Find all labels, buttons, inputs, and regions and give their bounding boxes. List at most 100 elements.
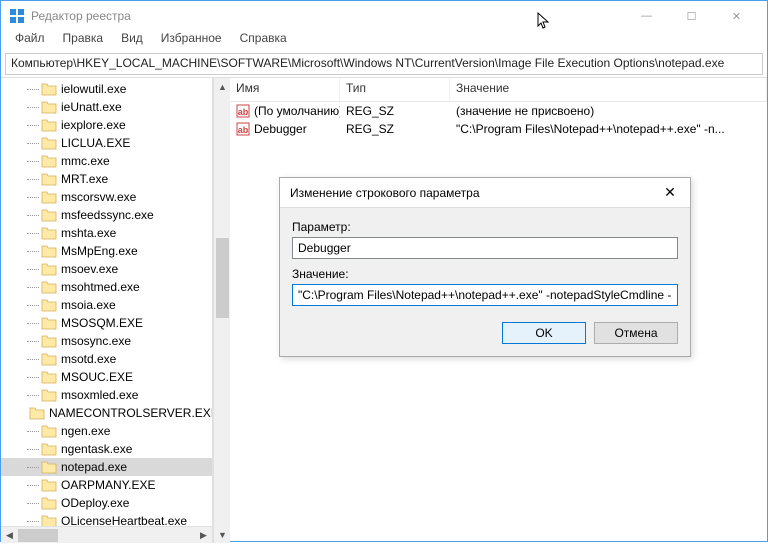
dialog-body: Параметр: Значение: OK Отмена (280, 208, 690, 356)
tree-item-label: ngentask.exe (61, 442, 132, 456)
tree-item[interactable]: OARPMANY.EXE (1, 476, 212, 494)
scroll-left-icon[interactable]: ◀ (1, 527, 18, 544)
tree-pane: ielowutil.exe ieUnatt.exe iexplore.exe LICL… (1, 78, 213, 543)
close-button[interactable]: ✕ (714, 1, 759, 31)
scroll-thumb-h[interactable] (18, 529, 58, 542)
tree-item[interactable]: LICLUA.EXE (1, 134, 212, 152)
param-input[interactable] (292, 237, 678, 259)
dialog-close-button[interactable]: ✕ (650, 178, 690, 208)
list-row[interactable]: ab(По умолчанию)REG_SZ(значение не присв… (230, 102, 767, 120)
tree-item[interactable]: ielowutil.exe (1, 80, 212, 98)
column-type[interactable]: Тип (340, 78, 450, 101)
tree-item-label: msosync.exe (61, 334, 131, 348)
param-label: Параметр: (292, 220, 678, 234)
tree-item[interactable]: ODeploy.exe (1, 494, 212, 512)
tree-item[interactable]: MSOUC.EXE (1, 368, 212, 386)
tree-item-label: NAMECONTROLSERVER.EXE (49, 406, 212, 420)
cell-value: "C:\Program Files\Notepad++\notepad++.ex… (450, 122, 767, 136)
list-header: Имя Тип Значение (230, 78, 767, 102)
scroll-down-icon[interactable]: ▼ (214, 526, 231, 543)
window-controls: — ☐ ✕ (624, 1, 759, 31)
tree-item-label: LICLUA.EXE (61, 136, 130, 150)
tree-item[interactable]: msoev.exe (1, 260, 212, 278)
tree-item-label: msfeedssync.exe (61, 208, 154, 222)
tree-item-label: msoev.exe (61, 262, 118, 276)
value-label: Значение: (292, 267, 678, 281)
cell-name: ab(По умолчанию) (230, 104, 340, 118)
tree-item[interactable]: mscorsvw.exe (1, 188, 212, 206)
tree-item-label: MRT.exe (61, 172, 108, 186)
tree-item-label: OLicenseHeartbeat.exe (61, 514, 187, 526)
menubar: Файл Правка Вид Избранное Справка (1, 31, 767, 51)
ok-button[interactable]: OK (502, 322, 586, 344)
tree-item[interactable]: MRT.exe (1, 170, 212, 188)
tree-item[interactable]: MSOSQM.EXE (1, 314, 212, 332)
tree-item-label: MSOSQM.EXE (61, 316, 143, 330)
cell-type: REG_SZ (340, 104, 450, 118)
regedit-icon (9, 8, 25, 24)
cell-value: (значение не присвоено) (450, 104, 767, 118)
dialog-titlebar: Изменение строкового параметра ✕ (280, 178, 690, 208)
tree-item[interactable]: ieUnatt.exe (1, 98, 212, 116)
tree-item-label: MsMpEng.exe (61, 244, 138, 258)
cell-type: REG_SZ (340, 122, 450, 136)
tree-item[interactable]: MsMpEng.exe (1, 242, 212, 260)
tree-item-label: ielowutil.exe (61, 82, 126, 96)
menu-edit[interactable]: Правка (55, 31, 112, 51)
edit-string-dialog: Изменение строкового параметра ✕ Парамет… (279, 177, 691, 357)
tree-item[interactable]: msotd.exe (1, 350, 212, 368)
tree-item[interactable]: msoxmled.exe (1, 386, 212, 404)
tree-item-label: mshta.exe (61, 226, 116, 240)
scroll-thumb-v[interactable] (216, 238, 229, 318)
scroll-right-icon[interactable]: ▶ (195, 527, 212, 544)
dialog-title: Изменение строкового параметра (290, 186, 650, 200)
tree-item[interactable]: ngen.exe (1, 422, 212, 440)
tree-item[interactable]: OLicenseHeartbeat.exe (1, 512, 212, 526)
horizontal-scrollbar[interactable]: ◀ ▶ (1, 526, 212, 543)
svg-text:ab: ab (238, 125, 249, 135)
value-input[interactable] (292, 284, 678, 306)
menu-favorites[interactable]: Избранное (153, 31, 230, 51)
cell-name: abDebugger (230, 122, 340, 136)
tree-item-label: msohtmed.exe (61, 280, 140, 294)
minimize-button[interactable]: — (624, 1, 669, 31)
menu-help[interactable]: Справка (232, 31, 295, 51)
window-title: Редактор реестра (31, 9, 624, 23)
tree-item-label: iexplore.exe (61, 118, 126, 132)
tree-item-label: OARPMANY.EXE (61, 478, 155, 492)
tree-item-label: msoxmled.exe (61, 388, 138, 402)
cancel-button[interactable]: Отмена (594, 322, 678, 344)
tree-item-label: msotd.exe (61, 352, 116, 366)
column-value[interactable]: Значение (450, 78, 767, 101)
tree-item-label: mmc.exe (61, 154, 110, 168)
tree-item[interactable]: msfeedssync.exe (1, 206, 212, 224)
tree-item[interactable]: NAMECONTROLSERVER.EXE (1, 404, 212, 422)
maximize-button[interactable]: ☐ (669, 1, 714, 31)
tree-body[interactable]: ielowutil.exe ieUnatt.exe iexplore.exe LICL… (1, 78, 212, 526)
tree-item[interactable]: ngentask.exe (1, 440, 212, 458)
dialog-buttons: OK Отмена (292, 322, 678, 344)
tree-item-label: mscorsvw.exe (61, 190, 136, 204)
tree-item[interactable]: msohtmed.exe (1, 278, 212, 296)
titlebar: Редактор реестра — ☐ ✕ (1, 1, 767, 31)
tree-item-label: MSOUC.EXE (61, 370, 133, 384)
column-name[interactable]: Имя (230, 78, 340, 101)
tree-item[interactable]: msosync.exe (1, 332, 212, 350)
tree-item[interactable]: mmc.exe (1, 152, 212, 170)
menu-file[interactable]: Файл (7, 31, 53, 51)
list-row[interactable]: abDebuggerREG_SZ"C:\Program Files\Notepa… (230, 120, 767, 138)
tree-item-label: ODeploy.exe (61, 496, 129, 510)
vertical-scrollbar[interactable]: ▲ ▼ (213, 78, 230, 543)
address-bar[interactable]: Компьютер\HKEY_LOCAL_MACHINE\SOFTWARE\Mi… (5, 53, 763, 75)
tree-item-label: ngen.exe (61, 424, 110, 438)
menu-view[interactable]: Вид (113, 31, 151, 51)
tree-item[interactable]: notepad.exe (1, 458, 212, 476)
tree-item[interactable]: mshta.exe (1, 224, 212, 242)
tree-item-label: ieUnatt.exe (61, 100, 122, 114)
tree-item[interactable]: msoia.exe (1, 296, 212, 314)
tree-item-label: notepad.exe (61, 460, 127, 474)
scroll-up-icon[interactable]: ▲ (214, 78, 231, 95)
tree-item-label: msoia.exe (61, 298, 116, 312)
tree-item[interactable]: iexplore.exe (1, 116, 212, 134)
svg-text:ab: ab (238, 107, 249, 117)
